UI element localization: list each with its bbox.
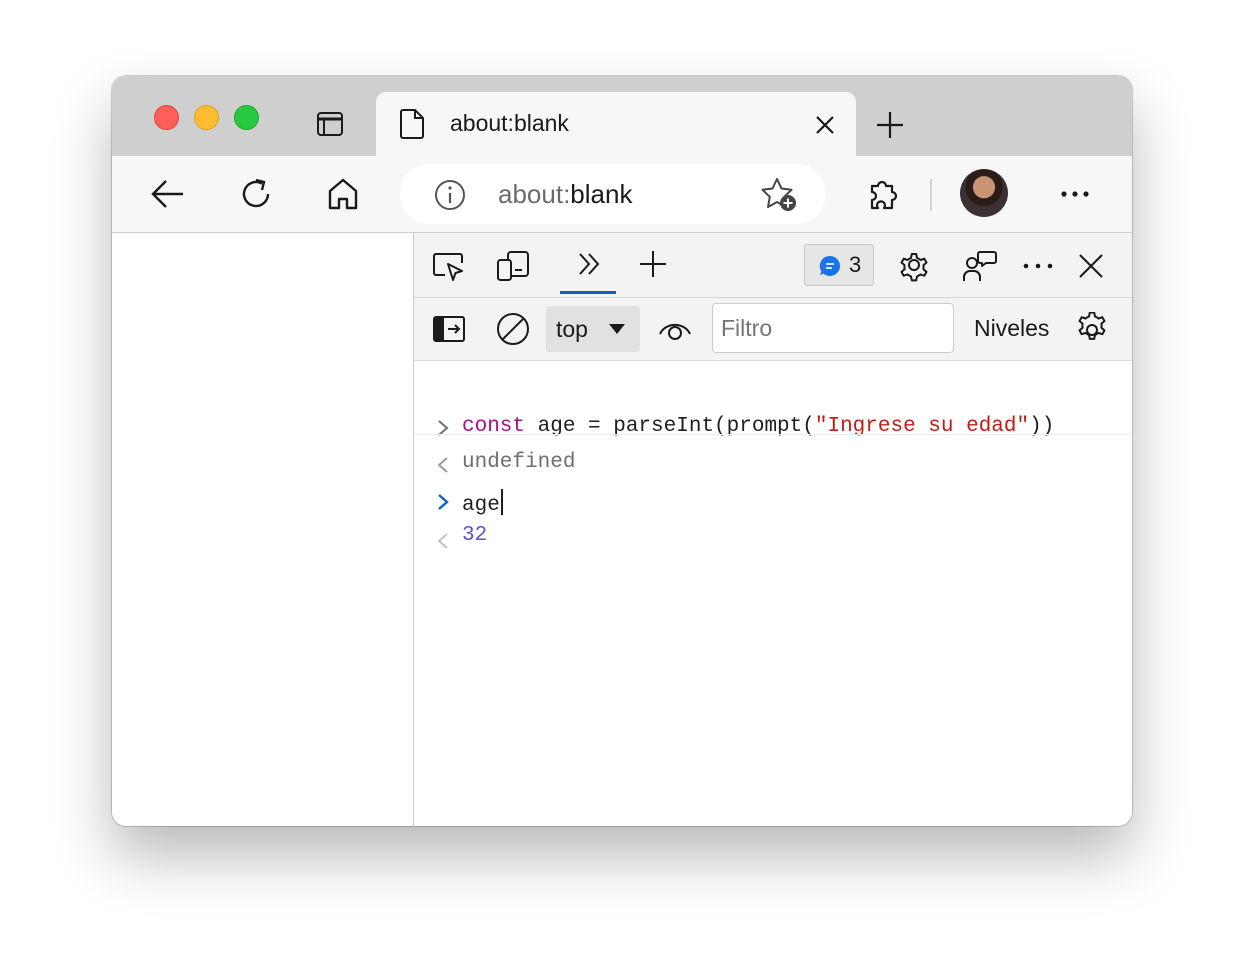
avatar[interactable]	[960, 169, 1008, 217]
navigation-toolbar: about:blank	[112, 156, 1132, 233]
tab-actions-icon[interactable]	[315, 109, 345, 139]
address-scheme: about:	[498, 179, 571, 209]
console-result-value: 32	[462, 524, 488, 547]
gear-icon[interactable]	[896, 247, 932, 283]
chevron-down-icon	[608, 323, 626, 335]
console-separator	[414, 434, 1132, 435]
add-favorite-icon[interactable]	[760, 176, 800, 214]
close-icon[interactable]	[814, 114, 836, 136]
double-chevron-icon[interactable]	[576, 251, 602, 277]
context-select[interactable]: top	[546, 306, 640, 352]
active-tab[interactable]: about:blank	[376, 92, 856, 156]
context-label: top	[556, 316, 588, 342]
extensions-icon[interactable]	[866, 176, 900, 212]
devtools-tab-bar: 3	[414, 233, 1132, 298]
close-icon[interactable]	[1078, 253, 1104, 279]
console-toolbar: top Niveles	[414, 298, 1132, 361]
home-icon[interactable]	[326, 176, 360, 212]
console-output-line: undefined	[414, 405, 1132, 474]
address-host: blank	[570, 179, 633, 209]
close-window-button[interactable]	[154, 105, 179, 130]
levels-dropdown[interactable]: Niveles	[974, 315, 1049, 342]
issues-counter-button[interactable]: 3	[804, 244, 874, 286]
devtools-panel: 3 top Filtro Niveles const age = parseIn…	[414, 233, 1132, 826]
reload-icon[interactable]	[238, 176, 274, 212]
active-tab-indicator	[560, 291, 616, 294]
message-icon	[819, 255, 841, 277]
console-settings-gear-icon[interactable]	[1074, 312, 1110, 348]
web-page-content[interactable]	[112, 233, 414, 826]
browser-window: about:blank about:blank 3 top Filtro Niv…	[112, 76, 1132, 826]
live-expression-eye-icon[interactable]	[658, 316, 692, 342]
console-result-line: 32	[414, 478, 1132, 549]
inspect-icon[interactable]	[432, 251, 466, 283]
more-icon[interactable]	[1022, 262, 1054, 270]
device-emulation-icon[interactable]	[496, 249, 530, 283]
info-icon[interactable]	[434, 179, 466, 211]
minimize-window-button[interactable]	[194, 105, 219, 130]
add-tab-icon[interactable]	[638, 249, 668, 279]
address-text[interactable]: about:blank	[498, 179, 632, 210]
back-arrow-icon[interactable]	[150, 178, 186, 210]
tab-strip: about:blank	[112, 76, 1132, 156]
address-bar[interactable]: about:blank	[400, 164, 826, 224]
console-input-line: const age = parseInt(prompt("Ingrese su …	[414, 369, 1132, 438]
toolbar-divider	[930, 179, 932, 211]
new-tab-button[interactable]	[874, 109, 906, 141]
issues-count: 3	[849, 252, 862, 277]
console-prompt-line: age	[414, 443, 1132, 517]
plus-icon	[877, 112, 903, 138]
feedback-icon[interactable]	[962, 249, 998, 283]
more-icon[interactable]	[1060, 190, 1090, 198]
page-icon	[398, 108, 426, 140]
zoom-window-button[interactable]	[234, 105, 259, 130]
sidebar-toggle-icon[interactable]	[432, 315, 466, 343]
tab-title: about:blank	[450, 110, 569, 136]
filter-input[interactable]	[712, 303, 954, 353]
clear-console-icon[interactable]	[496, 312, 530, 346]
result-chevron-icon	[436, 486, 562, 596]
